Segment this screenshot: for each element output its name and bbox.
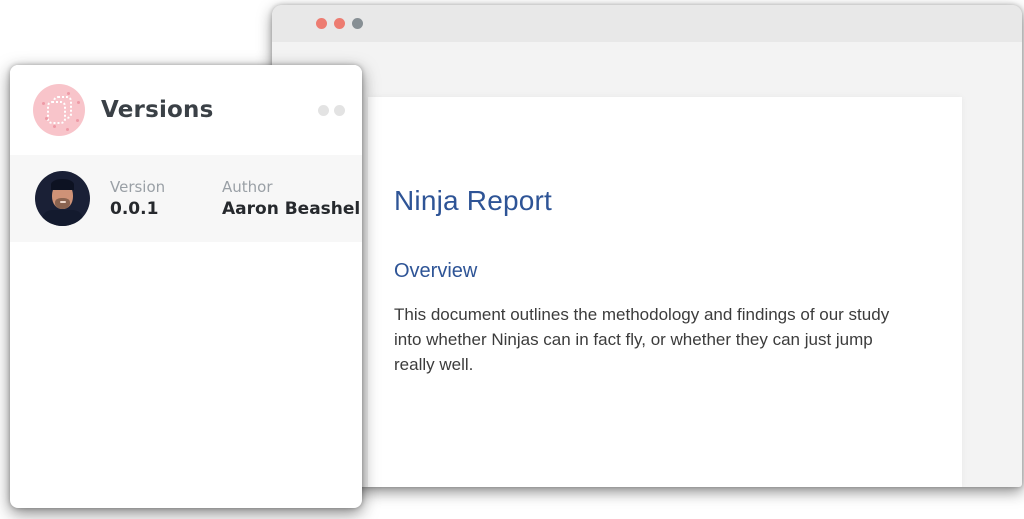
document-title: Ninja Report [394, 185, 553, 216]
copies-glyph-front-icon [47, 101, 66, 124]
versions-panel: Versions Version 0.0.1 Author Aaron Beas… [10, 65, 362, 508]
version-value: 0.0.1 [110, 199, 159, 219]
version-column: Version 0.0.1 [110, 178, 202, 219]
window-minimize-icon[interactable] [334, 18, 345, 29]
drag-handle-dots-icon [318, 104, 345, 116]
versions-icon [33, 84, 85, 136]
version-row[interactable]: Version 0.0.1 Author Aaron Beashel [10, 155, 362, 242]
window-close-icon[interactable] [316, 18, 327, 29]
browser-titlebar [272, 5, 1022, 42]
versions-header: Versions [10, 65, 362, 155]
versions-title: Versions [101, 97, 214, 123]
page: Ninja Report Overview This document outl… [0, 0, 1024, 519]
window-maximize-icon[interactable] [352, 18, 363, 29]
version-label: Version [110, 178, 166, 196]
document-section-heading: Overview [394, 260, 478, 282]
author-label: Author [222, 178, 273, 196]
author-value: Aaron Beashel [222, 199, 361, 219]
browser-window: Ninja Report Overview This document outl… [272, 5, 1022, 487]
author-avatar [35, 171, 90, 226]
document-paragraph: This document outlines the methodology a… [394, 305, 890, 374]
document-page: Ninja Report Overview This document outl… [368, 97, 962, 487]
author-column: Author Aaron Beashel [222, 178, 360, 219]
